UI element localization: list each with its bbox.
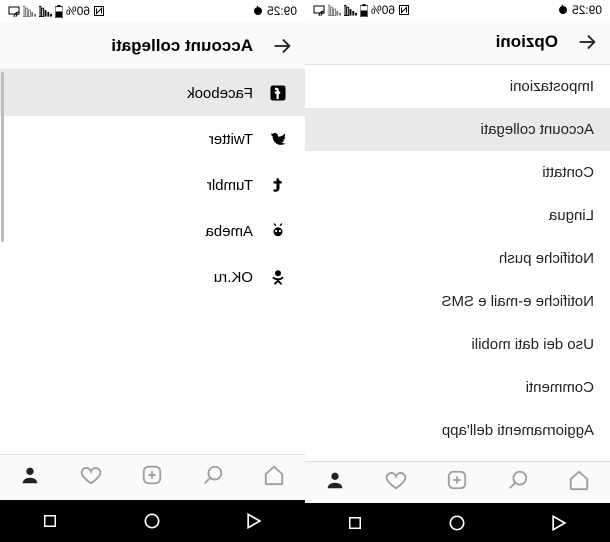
- account-label: Twitter: [209, 131, 253, 148]
- nfc-icon: [398, 4, 410, 16]
- status-bar: 09:25 60%: [305, 0, 610, 20]
- alarm-icon: [252, 5, 264, 17]
- signal2-icon: [23, 5, 36, 17]
- scrollbar-thumb[interactable]: [1, 72, 4, 242]
- option-uso-dati-mobili[interactable]: Uso dei dati mobili: [305, 323, 610, 366]
- nfc-icon: [93, 5, 105, 17]
- tumblr-icon: [267, 176, 289, 194]
- account-label: Ameba: [205, 223, 253, 240]
- sys-home-icon[interactable]: [447, 513, 467, 533]
- sys-home-icon[interactable]: [142, 511, 162, 531]
- option-contatti[interactable]: Contatti: [305, 151, 610, 194]
- account-facebook[interactable]: Facebook: [0, 70, 305, 116]
- option-lingua[interactable]: Lingua: [305, 194, 610, 237]
- option-impostazioni[interactable]: Impostazioni: [305, 65, 610, 108]
- option-label: Notifiche push: [499, 250, 594, 267]
- option-aggiornamenti-app[interactable]: Aggiornamenti dell'app: [305, 409, 610, 452]
- account-twitter[interactable]: Twitter: [0, 116, 305, 162]
- cast-icon: [313, 4, 325, 16]
- account-label: Facebook: [187, 85, 253, 102]
- option-label: Aggiornamenti dell'app: [442, 422, 594, 439]
- option-label: Account collegati: [481, 121, 594, 138]
- battery-pct: 60%: [66, 4, 90, 18]
- signal-icon: [39, 5, 52, 17]
- bottom-nav: [0, 454, 305, 500]
- account-tumblr[interactable]: Tumblr: [0, 162, 305, 208]
- twitter-icon: [267, 130, 289, 148]
- account-label: Tumblr: [207, 177, 253, 194]
- ameba-icon: [267, 222, 289, 240]
- sys-recent-icon[interactable]: [41, 512, 59, 530]
- account-okru[interactable]: OK.ru: [0, 254, 305, 300]
- sys-back-icon[interactable]: [244, 511, 264, 531]
- status-bar: 09:25 60%: [0, 0, 305, 22]
- accounts-title: Account collegati: [111, 36, 253, 56]
- option-label: Notifiche e-mail e SMS: [441, 293, 594, 310]
- accounts-header: Account collegati: [0, 22, 305, 70]
- linked-accounts-pane: 09:25 60% Account collegati Facebook Twi…: [0, 0, 305, 542]
- options-list: Impostazioni Account collegati Contatti …: [305, 65, 610, 461]
- option-notifiche-email-sms[interactable]: Notifiche e-mail e SMS: [305, 280, 610, 323]
- facebook-icon: [267, 84, 289, 102]
- status-time: 09:25: [572, 3, 602, 17]
- cast-icon: [8, 5, 20, 17]
- system-nav: [0, 500, 305, 542]
- bottom-nav: [305, 461, 610, 503]
- option-label: Contatti: [542, 164, 594, 181]
- option-notifiche-push[interactable]: Notifiche push: [305, 237, 610, 280]
- battery-icon: [55, 5, 63, 18]
- option-account-collegati[interactable]: Account collegati: [305, 108, 610, 151]
- nav-profile-icon[interactable]: [325, 469, 347, 496]
- nav-home-icon[interactable]: [569, 469, 591, 496]
- option-label: Lingua: [549, 207, 594, 224]
- nav-add-icon[interactable]: [447, 469, 469, 496]
- nav-search-icon[interactable]: [508, 469, 530, 496]
- back-icon[interactable]: [576, 31, 598, 53]
- sys-back-icon[interactable]: [549, 513, 569, 533]
- nav-home-icon[interactable]: [264, 464, 286, 491]
- nav-activity-icon[interactable]: [386, 469, 408, 496]
- option-qualita-caricamento[interactable]: Qualità del caricamento: [305, 452, 610, 461]
- option-label: Impostazioni: [510, 78, 594, 95]
- linked-accounts-list: Facebook Twitter Tumblr Ameba OK.ru: [0, 70, 305, 454]
- option-label: Uso dei dati mobili: [471, 336, 594, 353]
- option-label: Commenti: [526, 379, 594, 396]
- options-header: Opzioni: [305, 20, 610, 64]
- back-icon[interactable]: [271, 35, 293, 57]
- alarm-icon: [557, 4, 569, 16]
- signal-icon: [344, 4, 357, 16]
- options-pane: 09:25 60% Opzioni Impostazioni Account c…: [305, 0, 610, 542]
- nav-search-icon[interactable]: [203, 464, 225, 491]
- option-commenti[interactable]: Commenti: [305, 366, 610, 409]
- nav-profile-icon[interactable]: [20, 464, 42, 491]
- sys-recent-icon[interactable]: [346, 514, 364, 532]
- battery-pct: 60%: [371, 3, 395, 17]
- system-nav: [305, 503, 610, 542]
- status-time: 09:25: [267, 4, 297, 18]
- signal2-icon: [328, 4, 341, 16]
- account-label: OK.ru: [214, 269, 253, 286]
- battery-icon: [360, 4, 368, 17]
- account-ameba[interactable]: Ameba: [0, 208, 305, 254]
- okru-icon: [267, 268, 289, 286]
- options-title: Opzioni: [496, 32, 558, 52]
- nav-add-icon[interactable]: [142, 464, 164, 491]
- nav-activity-icon[interactable]: [81, 464, 103, 491]
